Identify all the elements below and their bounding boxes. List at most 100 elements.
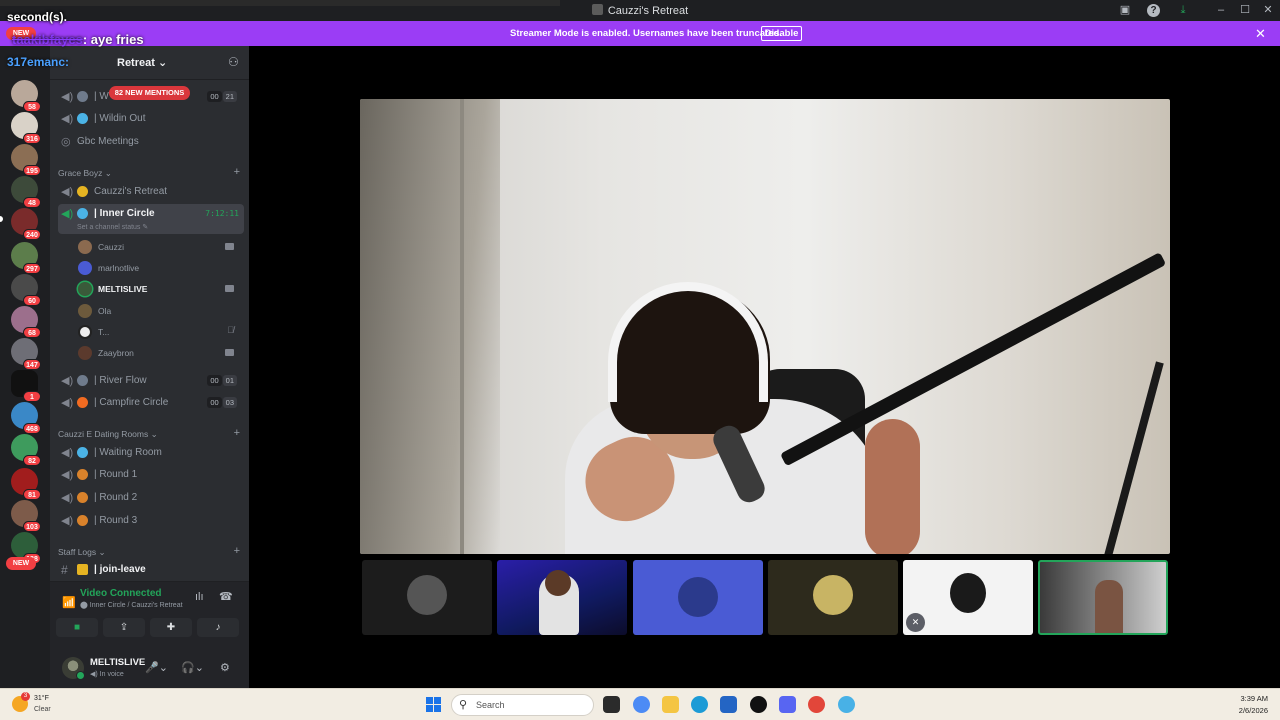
minimize-button[interactable]: – — [1213, 3, 1229, 18]
microphone-icon[interactable]: 🎤⌄ — [145, 661, 168, 674]
server-icon[interactable]: 297 — [11, 242, 41, 274]
headphones — [608, 282, 768, 402]
noise-suppression-icon[interactable]: ılı — [195, 591, 204, 603]
speaker-icon: ◀) — [61, 492, 74, 504]
add-channel-icon[interactable]: + — [234, 427, 240, 439]
guild-header[interactable]: Retreat ⌄ ⚇ — [50, 46, 249, 80]
wall-shadow — [360, 99, 500, 554]
voice-channel[interactable]: ◀) Cauzzi's Retreat — [58, 182, 244, 202]
clock[interactable]: 3:39 AM — [1232, 694, 1268, 703]
participant-tile[interactable]: ✕ — [903, 560, 1033, 635]
invite-icon[interactable]: ⚇ — [228, 55, 239, 69]
inbox-icon[interactable]: ▣ — [1117, 3, 1133, 18]
participant-tile[interactable] — [768, 560, 898, 635]
activities-button[interactable]: ✚ — [150, 618, 192, 637]
app-icon[interactable] — [750, 696, 767, 713]
voice-status[interactable]: Video Connected — [80, 588, 162, 599]
user-panel-name[interactable]: MELTISLIVE — [90, 657, 145, 668]
start-button[interactable] — [426, 697, 441, 712]
server-icon[interactable]: 468 — [11, 402, 41, 434]
settings-gear-icon[interactable]: ⚙ — [220, 661, 230, 674]
server-icon[interactable]: 82 — [11, 434, 41, 466]
server-icon[interactable]: 195 — [11, 144, 41, 176]
discord-taskbar-icon[interactable] — [779, 696, 796, 713]
speaker-icon: ◀) — [61, 469, 74, 481]
voice-user[interactable]: Zaaybron — [74, 344, 244, 362]
voice-channel[interactable]: ◀) | Campfire Circle 00 03 — [58, 393, 244, 413]
server-icon[interactable]: 147 — [11, 338, 41, 370]
camera-button[interactable]: ■ — [56, 618, 98, 637]
copilot-icon[interactable] — [633, 696, 650, 713]
server-icon[interactable]: 103 — [11, 500, 41, 532]
participant-tile-speaking[interactable] — [1038, 560, 1168, 635]
server-icon[interactable]: 1 — [11, 370, 41, 402]
voice-user[interactable]: MELTISLIVE — [74, 280, 244, 298]
voice-channel[interactable]: ◀) | Round 3 — [58, 511, 244, 531]
headphones-icon[interactable]: 🎧⌄ — [181, 661, 204, 674]
help-icon[interactable]: ? — [1147, 4, 1160, 17]
banner-text: Streamer Mode is enabled. Usernames have… — [510, 28, 782, 39]
server-icon[interactable]: 188 — [11, 532, 41, 564]
disable-streamer-button[interactable]: Disable — [761, 26, 802, 41]
participant-tile[interactable] — [497, 560, 627, 635]
channel-status[interactable]: Set a channel status ✎ — [77, 223, 148, 231]
download-icon[interactable]: ⤓ — [1175, 3, 1191, 18]
voice-user[interactable]: Cauzzi — [74, 238, 244, 256]
server-icon[interactable]: 316 — [11, 112, 41, 144]
server-icon[interactable]: 81 — [11, 468, 41, 500]
store-icon[interactable] — [720, 696, 737, 713]
voice-channel[interactable]: ◀) | Round 2 — [58, 488, 244, 508]
channel-name: Gbc Meetings — [77, 136, 139, 147]
stage-channel[interactable]: ◎ Gbc Meetings — [58, 132, 244, 152]
text-channel[interactable]: # | join-leave — [58, 560, 244, 580]
avatar — [813, 575, 853, 615]
banner-close-icon[interactable]: ✕ — [1255, 26, 1266, 42]
file-explorer-icon[interactable] — [662, 696, 679, 713]
voice-user[interactable]: marlnotlive — [74, 259, 244, 277]
add-channel-icon[interactable]: + — [234, 166, 240, 178]
video-icon — [225, 285, 234, 292]
server-icon[interactable]: 68 — [11, 306, 41, 338]
overlay-username: 317emanc: — [7, 55, 70, 69]
person-arm-tattoo — [865, 419, 920, 554]
category-grace-boyz[interactable]: Grace Boyz ⌄ + — [58, 166, 244, 180]
app-icon[interactable] — [838, 696, 855, 713]
disconnect-icon[interactable]: ☎ — [219, 590, 233, 603]
server-badge: 240 — [23, 229, 41, 240]
maximize-button[interactable]: ☐ — [1237, 3, 1253, 18]
voice-channel[interactable]: ◀) | Round 1 — [58, 465, 244, 485]
voice-location[interactable]: ⬤ Inner Circle / Cauzzi's Retreat — [80, 601, 183, 609]
task-view-icon[interactable] — [603, 696, 620, 713]
category-staff-logs[interactable]: Staff Logs ⌄ + — [58, 545, 244, 559]
soundboard-button[interactable]: ♪ — [197, 618, 239, 637]
user-count: 00 21 — [206, 91, 237, 102]
close-window-button[interactable]: ✕ — [1260, 3, 1276, 18]
server-badge: 82 — [23, 455, 41, 466]
server-icon[interactable]: 58 — [11, 80, 41, 112]
user-panel-status: ◀) In voice — [90, 671, 124, 678]
taskbar-search[interactable]: ⚲ Search — [451, 694, 594, 716]
add-channel-icon[interactable]: + — [234, 545, 240, 557]
participant-tile[interactable] — [362, 560, 492, 635]
server-icon[interactable]: 240 — [11, 208, 41, 240]
date[interactable]: 2/6/2026 — [1226, 706, 1268, 715]
overlay-chat-line: taakibfayes: aye fries — [12, 32, 144, 47]
screenshare-button[interactable]: ⇪ — [103, 618, 145, 637]
voice-channel[interactable]: ◀) | River Flow 00 01 — [58, 371, 244, 391]
category-dating-rooms[interactable]: Cauzzi E Dating Rooms ⌄ + — [58, 427, 244, 441]
server-icon[interactable]: 48 — [11, 176, 41, 208]
chrome-icon[interactable] — [808, 696, 825, 713]
focused-video-stream[interactable] — [360, 99, 1170, 554]
voice-user[interactable]: T... 🎙̸ — [74, 323, 244, 341]
new-mentions-pill[interactable]: 82 NEW MENTIONS — [109, 86, 190, 100]
new-pill-bottom[interactable]: NEW — [6, 557, 36, 570]
crown-icon — [77, 186, 88, 197]
participant-tile[interactable] — [633, 560, 763, 635]
server-icon[interactable]: 60 — [11, 274, 41, 306]
edge-icon[interactable] — [691, 696, 708, 713]
avatar[interactable] — [62, 657, 85, 680]
voice-user[interactable]: Ola — [74, 302, 244, 320]
voice-channel[interactable]: ◀) | Wildin Out — [58, 109, 244, 129]
voice-channel[interactable]: ◀) | Waiting Room — [58, 443, 244, 463]
overlay-text-1: second(s). — [7, 10, 68, 24]
